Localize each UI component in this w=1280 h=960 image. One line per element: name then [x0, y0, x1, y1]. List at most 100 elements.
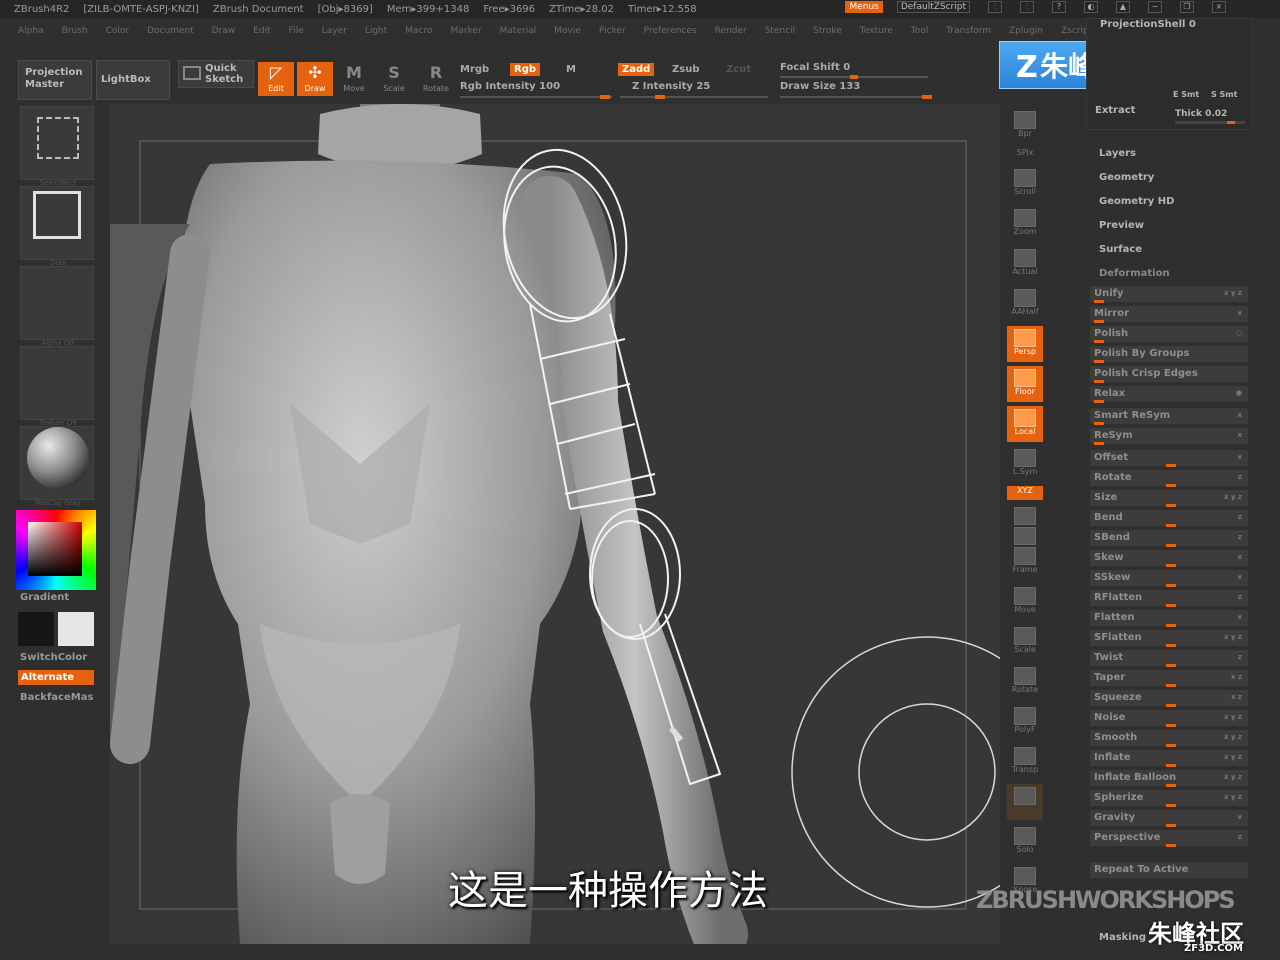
sflatten-axis-toggle[interactable]: x y z — [1224, 633, 1242, 641]
flatten-slider-knob[interactable] — [1166, 624, 1176, 627]
zoom-button[interactable]: Zoom — [1007, 206, 1043, 242]
deformation-sbend[interactable]: SBend z — [1090, 530, 1248, 547]
section-masking[interactable]: Masking — [1099, 932, 1146, 943]
twist-slider-knob[interactable] — [1166, 664, 1176, 667]
backface-mask-button[interactable]: BackfaceMas — [20, 692, 93, 703]
noise-slider-knob[interactable] — [1166, 724, 1176, 727]
section-deformation[interactable]: Deformation — [1099, 268, 1170, 279]
resym-axis-toggle[interactable]: x — [1237, 431, 1242, 439]
smart-resym-slider-knob[interactable] — [1094, 422, 1104, 425]
taper-axis-toggle[interactable]: x z — [1231, 673, 1242, 681]
scale-button[interactable]: Scale — [1007, 624, 1043, 660]
perspective-slider-knob[interactable] — [1166, 844, 1176, 847]
rotate-slider-knob[interactable] — [1166, 484, 1176, 487]
deformation-resym[interactable]: ReSym x — [1090, 428, 1248, 445]
alternate-button[interactable]: Alternate — [18, 670, 94, 685]
menu-marker[interactable]: Marker — [451, 26, 482, 36]
lock-icon[interactable]: ▲ — [1116, 1, 1130, 13]
rotate-axis-toggle[interactable]: z — [1238, 473, 1242, 481]
menu-material[interactable]: Material — [500, 26, 537, 36]
color-icon[interactable]: ◐ — [1084, 1, 1098, 13]
layout2-icon[interactable]: ⫶ — [1020, 1, 1034, 13]
gravity-axis-toggle[interactable]: v — [1237, 813, 1242, 821]
projection-master-button[interactable]: Projection Master — [18, 60, 92, 100]
default-zscript-button[interactable]: DefaultZScript — [896, 1, 970, 13]
deformation-relax[interactable]: Relax ● — [1090, 386, 1248, 403]
twist-axis-toggle[interactable]: z — [1238, 653, 1242, 661]
switchcolor-button[interactable]: SwitchColor — [20, 652, 87, 663]
sflatten-slider-knob[interactable] — [1166, 644, 1176, 647]
move-button[interactable]: Move — [1007, 584, 1043, 620]
model-viewport[interactable] — [110, 104, 1000, 944]
deformation-inflate-balloon[interactable]: Inflate Balloon x y z — [1090, 770, 1248, 787]
mirror-axis-toggle[interactable]: x — [1237, 309, 1242, 317]
minimize-icon[interactable]: − — [1148, 1, 1162, 13]
squeeze-axis-toggle[interactable]: x z — [1231, 693, 1242, 701]
menu-movie[interactable]: Movie — [554, 26, 581, 36]
menus-button[interactable]: Menus — [845, 1, 883, 13]
polish-by-groups-slider-knob[interactable] — [1094, 360, 1104, 363]
persp-button[interactable]: Persp — [1007, 326, 1043, 362]
scale-button[interactable]: S Scale — [376, 62, 412, 96]
floor-button[interactable]: Floor — [1007, 366, 1043, 402]
bend-axis-toggle[interactable]: z — [1238, 513, 1242, 521]
deformation-smart-resym[interactable]: Smart ReSym x — [1090, 408, 1248, 425]
deformation-squeeze[interactable]: Squeeze x z — [1090, 690, 1248, 707]
sbend-axis-toggle[interactable]: z — [1238, 533, 1242, 541]
solo-button[interactable]: Solo — [1007, 824, 1043, 860]
scroll-button[interactable]: Scroll — [1007, 166, 1043, 202]
menu-macro[interactable]: Macro — [405, 26, 432, 36]
deformation-size[interactable]: Size x y z — [1090, 490, 1248, 507]
deformation-gravity[interactable]: Gravity v — [1090, 810, 1248, 827]
size-axis-toggle[interactable]: x y z — [1224, 493, 1242, 501]
layout-icon[interactable]: ⫶ — [988, 1, 1002, 13]
skew-axis-toggle[interactable]: x — [1237, 553, 1242, 561]
menu-layer[interactable]: Layer — [322, 26, 347, 36]
menu-preferences[interactable]: Preferences — [644, 26, 697, 36]
menu-file[interactable]: File — [289, 26, 304, 36]
sskew-slider-knob[interactable] — [1166, 584, 1176, 587]
secondary-color-swatch[interactable] — [18, 612, 54, 646]
smooth-slider-knob[interactable] — [1166, 744, 1176, 747]
zadd-button[interactable]: Zadd — [618, 63, 655, 76]
spherize-axis-toggle[interactable]: x y z — [1224, 793, 1242, 801]
material-selector[interactable]: MatCap Gray — [20, 426, 94, 507]
relax-slider-knob[interactable] — [1094, 400, 1104, 403]
menu-draw[interactable]: Draw — [212, 26, 236, 36]
deformation-rflatten[interactable]: RFlatten z — [1090, 590, 1248, 607]
inflate-balloon-axis-toggle[interactable]: x y z — [1224, 773, 1242, 781]
polish-slider-knob[interactable] — [1094, 340, 1104, 343]
document-canvas[interactable] — [110, 104, 1000, 944]
zsub-button[interactable]: Zsub — [672, 64, 699, 75]
alpha-selector[interactable]: Alpha Off — [20, 266, 94, 347]
rgb-intensity-slider[interactable] — [460, 95, 612, 99]
polyf-button[interactable]: PolyF — [1007, 704, 1043, 740]
flatten-axis-toggle[interactable]: x — [1237, 613, 1242, 621]
bend-slider-knob[interactable] — [1166, 524, 1176, 527]
menu-zplugin[interactable]: Zplugin — [1009, 26, 1043, 36]
menu-texture[interactable]: Texture — [860, 26, 893, 36]
deformation-sskew[interactable]: SSkew x — [1090, 570, 1248, 587]
offset-slider-knob[interactable] — [1166, 464, 1176, 467]
deformation-skew[interactable]: Skew x — [1090, 550, 1248, 567]
menu-picker[interactable]: Picker — [599, 26, 626, 36]
inflate-axis-toggle[interactable]: x y z — [1224, 753, 1242, 761]
perspective-axis-toggle[interactable]: z — [1238, 833, 1242, 841]
m-button[interactable]: M — [566, 64, 576, 75]
deformation-bend[interactable]: Bend z — [1090, 510, 1248, 527]
repeat-to-active-button[interactable]: Repeat To Active — [1090, 862, 1248, 879]
deformation-smooth[interactable]: Smooth x y z — [1090, 730, 1248, 747]
draw-size-slider[interactable] — [780, 95, 932, 99]
deformation-twist[interactable]: Twist z — [1090, 650, 1248, 667]
quick-sketch-button[interactable]: Quick Sketch — [178, 60, 254, 88]
deformation-flatten[interactable]: Flatten x — [1090, 610, 1248, 627]
deformation-taper[interactable]: Taper x z — [1090, 670, 1248, 687]
local-button[interactable]: Local — [1007, 406, 1043, 442]
color-picker[interactable] — [16, 510, 96, 590]
deformation-spherize[interactable]: Spherize x y z — [1090, 790, 1248, 807]
section-geometry-hd[interactable]: Geometry HD — [1099, 196, 1174, 207]
menu-stencil[interactable]: Stencil — [765, 26, 795, 36]
menu-tool[interactable]: Tool — [911, 26, 928, 36]
deformation-unify[interactable]: Unify x y z — [1090, 286, 1248, 303]
unify-slider-knob[interactable] — [1094, 300, 1104, 303]
